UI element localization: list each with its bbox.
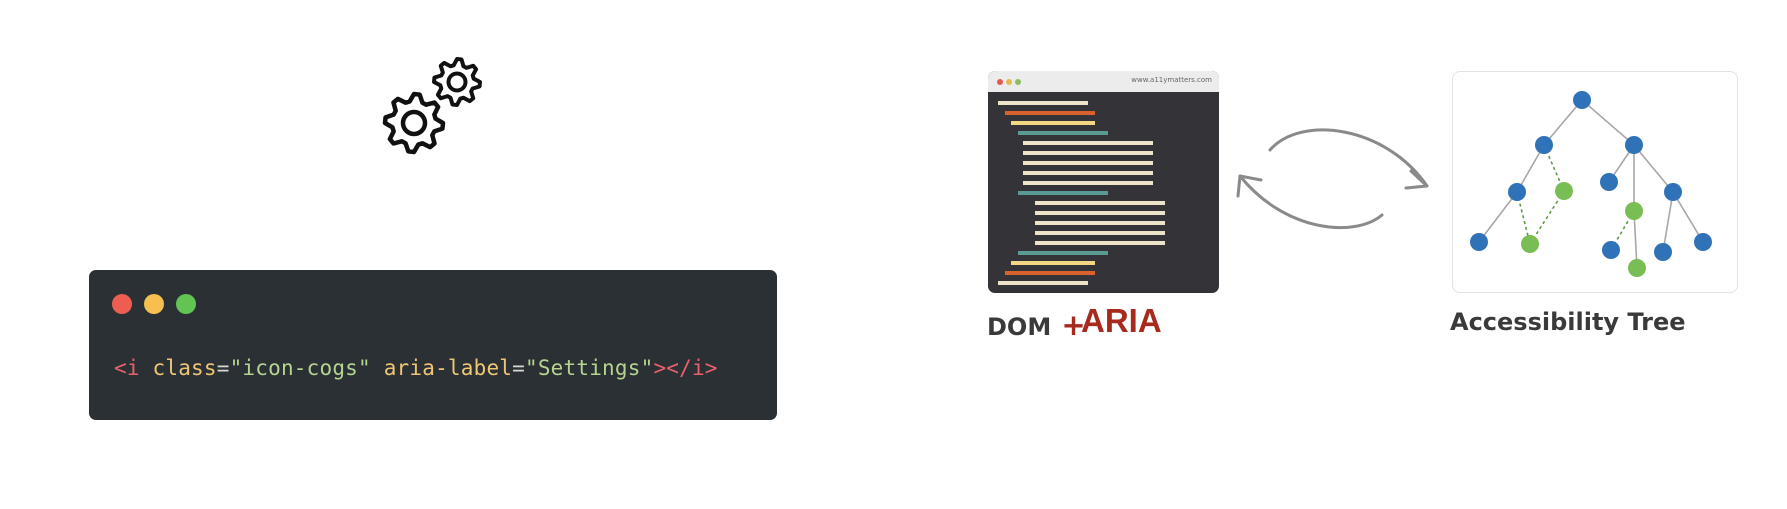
tree-node-blue: [1625, 136, 1643, 154]
code-line-bar: [1023, 161, 1153, 165]
code-value-class: "icon-cogs": [229, 356, 371, 380]
code-line-bar: [1018, 251, 1108, 255]
code-line-bar: [1018, 191, 1108, 195]
code-line-bar: [1023, 181, 1153, 185]
window-close-dot: [112, 294, 132, 314]
arrow-to-dom: [1238, 174, 1384, 230]
tree-node-blue: [1470, 233, 1488, 251]
tree-node-blue: [1600, 173, 1618, 191]
tree-edge: [1581, 99, 1635, 146]
code-line-bar: [1005, 271, 1095, 275]
tree-node-blue: [1654, 243, 1672, 261]
code-snippet-window: <i class="icon-cogs" aria-label="Setting…: [89, 270, 777, 420]
bidirectional-arrow-icon: [1236, 128, 1429, 230]
code-line-bar: [1023, 141, 1153, 145]
code-line-bar: [1005, 111, 1095, 115]
tree-node-green: [1628, 259, 1646, 277]
arrow-to-tree: [1268, 128, 1429, 188]
code-attr-aria-label: aria-label: [370, 356, 513, 380]
dom-label: DOM +: [987, 308, 1086, 342]
tree-node-blue: [1573, 91, 1591, 109]
tree-edge: [1478, 191, 1518, 243]
accessibility-tree-label: Accessibility Tree: [1450, 308, 1686, 336]
dom-browser-thumbnail: www.a11ymatters.com: [988, 71, 1219, 293]
aria-label-text: ARIA: [1081, 302, 1162, 339]
cogs-icon: [382, 57, 482, 155]
code-line-bar: [1035, 221, 1165, 225]
window-minimize-dot: [144, 294, 164, 314]
code-line-bar: [998, 281, 1088, 285]
tree-edge-dotted: [1529, 190, 1565, 245]
dom-label-text: DOM: [987, 313, 1052, 341]
code-equals: =: [216, 356, 230, 380]
code-line-bar: [1011, 121, 1095, 125]
tree-node-blue: [1508, 183, 1526, 201]
window-maximize-dot: [176, 294, 196, 314]
tree-node-green: [1625, 202, 1643, 220]
code-value-aria-label: "Settings": [525, 356, 654, 380]
code-attr-class: class: [139, 356, 217, 380]
code-close-tag: ></i>: [653, 356, 718, 380]
tree-node-blue: [1694, 233, 1712, 251]
accessibility-tree-panel: [1452, 71, 1738, 293]
code-open-tag: <i: [114, 356, 140, 380]
code-lines-graphic: [998, 101, 1165, 285]
code-line-bar: [1035, 211, 1165, 215]
code-line-bar: [1023, 151, 1153, 155]
tree-node-blue: [1602, 241, 1620, 259]
tree-node-green: [1521, 235, 1539, 253]
tree-edge: [1662, 191, 1674, 253]
code-line: <i class="icon-cogs" aria-label="Setting…: [114, 356, 718, 380]
code-line-bar: [1018, 131, 1108, 135]
tree-node-green: [1555, 182, 1573, 200]
code-line-bar: [998, 101, 1088, 105]
tree-graphic: [1470, 91, 1712, 277]
tree-node-blue: [1664, 183, 1682, 201]
code-line-bar: [1023, 171, 1153, 175]
code-equals: =: [512, 356, 525, 380]
code-line-bar: [1011, 261, 1095, 265]
tree-edge: [1633, 144, 1674, 193]
code-line-bar: [1035, 241, 1165, 245]
code-line-bar: [1035, 231, 1165, 235]
code-line-bar: [1035, 201, 1165, 205]
tree-node-blue: [1535, 136, 1553, 154]
